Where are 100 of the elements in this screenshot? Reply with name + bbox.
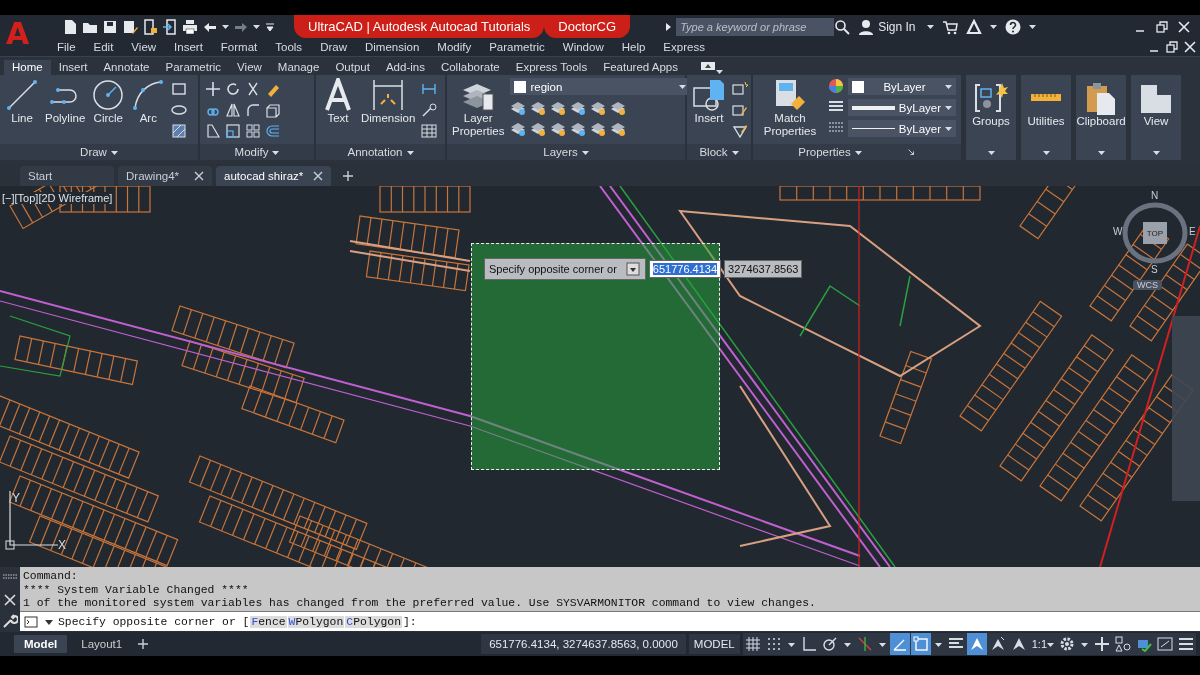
layer-tool-icon[interactable] — [590, 99, 607, 116]
model-space-button[interactable]: MODEL — [688, 634, 740, 654]
wrench-icon[interactable] — [2, 613, 18, 629]
caret-icon[interactable] — [110, 148, 118, 156]
create-block-icon[interactable] — [732, 80, 748, 97]
command-icon[interactable] — [24, 613, 40, 630]
device-arrow-icon[interactable] — [162, 18, 178, 35]
table-icon[interactable] — [421, 122, 438, 139]
caret-icon[interactable] — [1081, 640, 1088, 648]
match-properties-button[interactable]: Match Properties — [758, 78, 822, 138]
command-option[interactable]: CPolygon — [345, 615, 402, 628]
circle-button[interactable]: Circle — [91, 78, 126, 125]
menu-item[interactable]: Insert — [165, 41, 212, 53]
floppy-pencil-icon[interactable] — [122, 18, 138, 35]
menu-item[interactable]: Help — [612, 41, 655, 53]
menu-item[interactable]: Draw — [311, 41, 356, 53]
clean-screen-icon[interactable] — [1157, 636, 1173, 652]
caret-icon[interactable] — [990, 23, 997, 30]
rotate-icon[interactable] — [225, 80, 241, 97]
user-icon[interactable] — [858, 18, 875, 35]
arc-icon[interactable] — [131, 78, 166, 112]
mirror-icon[interactable] — [225, 101, 241, 118]
leader-icon[interactable] — [421, 101, 438, 118]
caret-icon[interactable] — [945, 104, 952, 111]
dimension-button[interactable]: Dimension — [361, 78, 416, 125]
settings-icon[interactable] — [1059, 636, 1075, 652]
layer-tool-icon[interactable] — [610, 120, 627, 137]
caret-icon[interactable] — [945, 83, 952, 90]
caret-icon[interactable] — [854, 148, 862, 156]
offset-icon[interactable] — [265, 122, 281, 139]
caret-icon[interactable] — [731, 148, 739, 156]
viewport-controls[interactable]: [−][Top][2D Wireframe] — [2, 192, 113, 204]
layer-properties-button[interactable]: Layer Properties — [452, 78, 505, 138]
menu-item[interactable]: Edit — [84, 41, 123, 53]
grid-icon[interactable] — [744, 636, 761, 652]
viewcube[interactable]: N W TOP E S WCS — [1112, 190, 1198, 296]
text-button[interactable]: Text — [321, 78, 355, 125]
restore-icon[interactable] — [1156, 20, 1168, 33]
layer-tool-icon[interactable] — [610, 99, 627, 116]
object-snap-icon[interactable] — [912, 636, 929, 652]
ribbon-tab[interactable]: Home — [4, 60, 51, 75]
caret-icon[interactable] — [934, 640, 942, 648]
ribbon-tab[interactable]: Output — [327, 60, 378, 75]
new-tab-icon[interactable] — [343, 171, 354, 181]
arc-button[interactable]: Arc — [131, 78, 166, 125]
ribbon-tab[interactable]: Insert — [50, 60, 96, 75]
caret-icon[interactable] — [987, 148, 995, 156]
compass-direction[interactable]: W — [1113, 226, 1123, 237]
caret-icon[interactable] — [222, 23, 229, 30]
menu-item[interactable]: View — [122, 41, 166, 53]
caret-icon[interactable] — [927, 23, 934, 30]
viewcube-face[interactable]: TOP — [1143, 222, 1167, 244]
menu-item[interactable]: Dimension — [355, 41, 429, 53]
ribbon-tab[interactable]: Parametric — [157, 60, 230, 75]
property-dropdown[interactable]: ByLayer — [848, 99, 956, 116]
menu-item[interactable]: Format — [211, 41, 267, 53]
caret-icon[interactable] — [1047, 640, 1054, 648]
coordinate-system-menu[interactable]: WCS — [1133, 280, 1162, 290]
layer-tool-icon[interactable] — [550, 99, 567, 116]
menu-icon[interactable] — [1178, 636, 1194, 652]
menu-item[interactable]: Tools — [266, 41, 312, 53]
plus-icon[interactable] — [1094, 636, 1110, 652]
color-wheel-icon[interactable] — [828, 78, 844, 94]
line-icon[interactable] — [5, 78, 39, 112]
snap-dots-icon[interactable] — [765, 636, 782, 652]
ribbon-tab[interactable]: Manage — [269, 60, 328, 75]
caret-icon[interactable] — [878, 640, 886, 648]
close-icon[interactable] — [2, 592, 18, 608]
menu-item[interactable]: Window — [553, 41, 613, 53]
new-layout-icon[interactable] — [138, 639, 149, 649]
ortho-icon[interactable] — [800, 636, 817, 652]
group-icon[interactable] — [974, 81, 1008, 115]
match-properties-icon[interactable] — [773, 78, 807, 112]
array-icon[interactable] — [245, 122, 261, 139]
trim-icon[interactable] — [245, 80, 261, 97]
layer-tool-icon[interactable] — [590, 120, 607, 137]
annotation-scale-icon[interactable] — [1010, 636, 1027, 652]
caret-icon[interactable] — [787, 640, 795, 648]
clipboard-icon[interactable] — [1084, 81, 1118, 115]
coordinate-field[interactable]: 3274637.8563 — [724, 260, 803, 278]
close-tab-icon[interactable] — [313, 171, 324, 181]
sign-in-button[interactable]: Sign In — [858, 18, 916, 35]
search-icon[interactable] — [834, 18, 851, 35]
ribbon-tab[interactable]: Collaborate — [432, 60, 508, 75]
cart-icon[interactable] — [942, 18, 958, 35]
print-icon[interactable] — [182, 18, 198, 35]
device-folder-icon[interactable] — [142, 18, 158, 35]
polar-tracking-icon[interactable] — [821, 636, 838, 652]
box-icon[interactable] — [265, 101, 281, 118]
document-tab[interactable]: Drawing4* — [118, 166, 212, 186]
dialog-launcher-icon[interactable] — [905, 147, 916, 157]
layer-tool-icon[interactable] — [550, 120, 567, 137]
line-button[interactable]: Line — [5, 78, 39, 125]
menu-item[interactable]: Modify — [428, 41, 481, 53]
caret-icon[interactable] — [1152, 148, 1160, 156]
rectangle-icon[interactable] — [171, 80, 188, 97]
command-option[interactable]: WPolygon — [287, 615, 345, 628]
menu-item[interactable]: Express — [654, 41, 714, 53]
caret-icon[interactable] — [679, 83, 687, 90]
panel-title[interactable]: Properties — [798, 146, 851, 158]
